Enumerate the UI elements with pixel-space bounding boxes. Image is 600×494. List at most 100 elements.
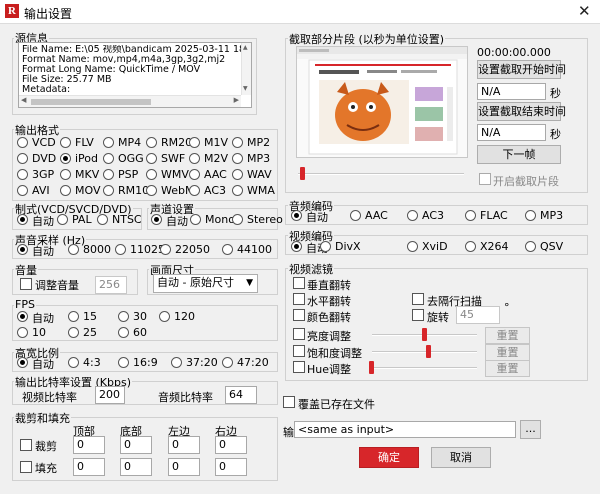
format-radio-flv[interactable]: [60, 137, 71, 148]
format-radio-mkv[interactable]: [60, 169, 71, 180]
hflip-checkbox[interactable]: [293, 293, 305, 305]
samplerate-radio-22050[interactable]: [160, 244, 171, 255]
format-radio-wmv[interactable]: [146, 169, 157, 180]
source-info-textbox[interactable]: File Name: E:\05 视频\bandicam 2025-03-11 …: [18, 42, 252, 108]
hue-slider-thumb[interactable]: [369, 361, 374, 374]
next-frame-button[interactable]: 下一帧: [477, 145, 561, 164]
invert-checkbox[interactable]: [293, 309, 305, 321]
format-radio-mp4[interactable]: [103, 137, 114, 148]
fps-radio-10[interactable]: [17, 327, 28, 338]
fps-radio-30[interactable]: [118, 311, 129, 322]
set-start-time-button[interactable]: 设置截取开始时间: [477, 60, 566, 79]
fps-radio-120[interactable]: [159, 311, 170, 322]
format-radio-aac[interactable]: [189, 169, 200, 180]
video-codec-radio-x264[interactable]: [465, 241, 476, 252]
vflip-checkbox[interactable]: [293, 277, 305, 289]
crop-row-checkbox[interactable]: [20, 461, 32, 473]
crop-value-input[interactable]: 0: [168, 458, 200, 476]
fps-radio-60[interactable]: [118, 327, 129, 338]
video-codec-radio-divx[interactable]: [320, 241, 331, 252]
crop-value-input[interactable]: 0: [215, 458, 247, 476]
preview-timeline-thumb[interactable]: [300, 167, 305, 180]
format-radio-webm[interactable]: [146, 185, 157, 196]
horizontal-scrollbar[interactable]: ◀ ▶: [19, 95, 241, 107]
aspect-radio-37-20[interactable]: [171, 357, 182, 368]
audio-bitrate-input[interactable]: 64: [225, 386, 257, 404]
audio-codec-radio-ac3[interactable]: [407, 210, 418, 221]
overwrite-checkbox[interactable]: [283, 396, 295, 408]
crop-value-input[interactable]: 0: [168, 436, 200, 454]
video-codec-radio--[interactable]: [291, 241, 302, 252]
saturation-slider-thumb[interactable]: [426, 345, 431, 358]
format-radio-wma[interactable]: [232, 185, 243, 196]
samplerate-radio-44100[interactable]: [222, 244, 233, 255]
adjust-volume-checkbox[interactable]: [20, 278, 32, 290]
close-icon[interactable]: ✕: [578, 2, 591, 20]
start-time-input[interactable]: N/A: [477, 83, 546, 100]
channel-radio-stereo[interactable]: [232, 214, 243, 225]
video-bitrate-input[interactable]: 200: [95, 386, 125, 404]
format-radio-rm20[interactable]: [146, 137, 157, 148]
crop-row-checkbox[interactable]: [20, 439, 32, 451]
format-radio-m1v[interactable]: [189, 137, 200, 148]
audio-codec-radio-flac[interactable]: [465, 210, 476, 221]
framesize-select[interactable]: 自动 - 原始尺寸 ▼: [153, 274, 258, 293]
format-radio-mov[interactable]: [60, 185, 71, 196]
scrollbar-thumb[interactable]: [31, 99, 151, 105]
system-radio-ntsc[interactable]: [97, 214, 108, 225]
samplerate-radio-11025[interactable]: [115, 244, 126, 255]
deinterlace-checkbox[interactable]: [412, 293, 424, 305]
vertical-scrollbar[interactable]: ▲ ▼: [241, 43, 251, 95]
audio-codec-radio-mp3[interactable]: [525, 210, 536, 221]
system-radio-pal[interactable]: [57, 214, 68, 225]
format-radio-ipod[interactable]: [60, 153, 71, 164]
enable-segment-checkbox[interactable]: [479, 173, 491, 185]
channel-radio--[interactable]: [151, 214, 162, 225]
format-radio-wav[interactable]: [232, 169, 243, 180]
format-radio-psp[interactable]: [103, 169, 114, 180]
video-codec-radio-xvid[interactable]: [407, 241, 418, 252]
crop-value-input[interactable]: 0: [215, 436, 247, 454]
volume-input[interactable]: 256: [95, 276, 127, 294]
end-time-input[interactable]: N/A: [477, 124, 546, 141]
format-radio-rm10[interactable]: [103, 185, 114, 196]
audio-codec-radio-aac[interactable]: [350, 210, 361, 221]
output-dir-input[interactable]: <same as input>: [294, 421, 516, 438]
format-radio-m2v[interactable]: [189, 153, 200, 164]
format-radio-mp3[interactable]: [232, 153, 243, 164]
brightness-checkbox[interactable]: [293, 328, 305, 340]
fps-radio-25[interactable]: [68, 327, 79, 338]
aspect-radio-16-9[interactable]: [118, 357, 129, 368]
hue-checkbox[interactable]: [293, 361, 305, 373]
crop-value-input[interactable]: 0: [73, 458, 105, 476]
format-radio-dvd[interactable]: [17, 153, 28, 164]
hue-reset-button[interactable]: 重置: [485, 360, 530, 377]
aspect-radio--[interactable]: [17, 357, 28, 368]
samplerate-radio-8000[interactable]: [68, 244, 79, 255]
brightness-reset-button[interactable]: 重置: [485, 327, 530, 344]
set-end-time-button[interactable]: 设置截取结束时间: [477, 102, 566, 121]
crop-value-input[interactable]: 0: [120, 458, 152, 476]
audio-codec-radio--[interactable]: [291, 210, 302, 221]
format-radio-avi[interactable]: [17, 185, 28, 196]
crop-value-input[interactable]: 0: [73, 436, 105, 454]
brightness-slider-thumb[interactable]: [422, 328, 427, 341]
system-radio--[interactable]: [17, 214, 28, 225]
aspect-radio-4-3[interactable]: [68, 357, 79, 368]
samplerate-radio--[interactable]: [17, 244, 28, 255]
fps-radio-15[interactable]: [68, 311, 79, 322]
rotate-angle-input[interactable]: 45: [456, 306, 500, 324]
format-radio-mp2[interactable]: [232, 137, 243, 148]
channel-radio-mono[interactable]: [190, 214, 201, 225]
preview-timeline-track[interactable]: [298, 173, 464, 175]
video-codec-radio-qsv[interactable]: [525, 241, 536, 252]
browse-button[interactable]: ...: [520, 420, 541, 439]
format-radio-ogg[interactable]: [103, 153, 114, 164]
saturation-checkbox[interactable]: [293, 345, 305, 357]
ok-button[interactable]: 确定: [359, 447, 419, 468]
hue-slider-track[interactable]: [372, 367, 477, 369]
saturation-reset-button[interactable]: 重置: [485, 344, 530, 361]
format-radio-swf[interactable]: [146, 153, 157, 164]
rotate-checkbox[interactable]: [412, 309, 424, 321]
fps-radio--[interactable]: [17, 311, 28, 322]
